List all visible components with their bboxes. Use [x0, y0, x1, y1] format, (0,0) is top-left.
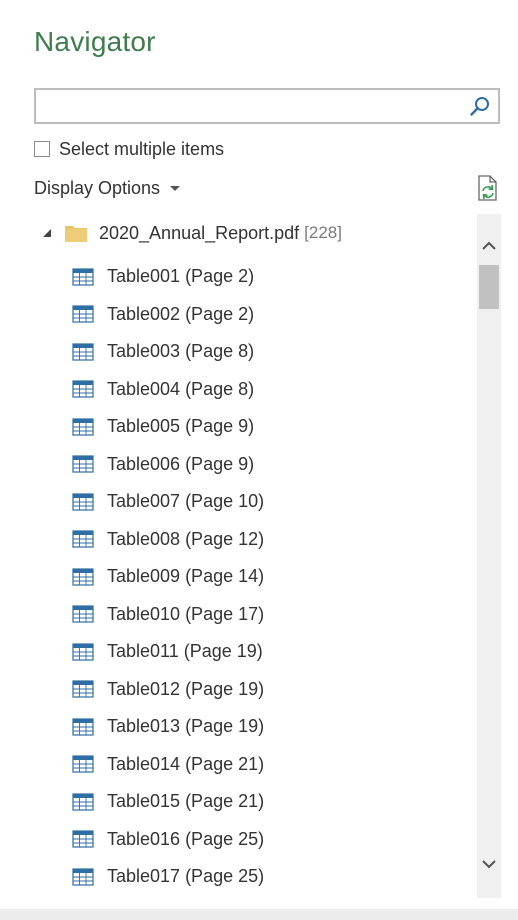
table-icon [72, 568, 94, 586]
tree-item[interactable]: Table002 (Page 2) [72, 296, 264, 334]
tree-item[interactable]: Table007 (Page 10) [72, 483, 264, 521]
footer-divider [0, 909, 518, 920]
search-box[interactable] [34, 88, 500, 124]
chevron-down-icon[interactable] [170, 185, 181, 191]
select-multiple-row[interactable]: Select multiple items [34, 138, 224, 160]
tree-item-label[interactable]: Table004 (Page 8) [107, 379, 254, 400]
tree-item-label[interactable]: Table015 (Page 21) [107, 791, 264, 812]
tree-item-label[interactable]: Table003 (Page 8) [107, 341, 254, 362]
table-icon [72, 605, 94, 623]
tree-item[interactable]: Table004 (Page 8) [72, 371, 264, 409]
tree-item[interactable]: Table013 (Page 19) [72, 708, 264, 746]
tree-item[interactable]: Table008 (Page 12) [72, 521, 264, 559]
table-icon [72, 493, 94, 511]
refresh-icon[interactable] [476, 174, 500, 202]
table-icon [72, 643, 94, 661]
display-options-label[interactable]: Display Options [34, 178, 160, 199]
tree-item-label[interactable]: Table005 (Page 9) [107, 416, 254, 437]
tree-root-count: [228] [304, 223, 342, 242]
table-icon [72, 305, 94, 323]
scroll-down-icon[interactable] [477, 852, 501, 876]
tree-item[interactable]: Table005 (Page 9) [72, 408, 264, 446]
table-icon [72, 868, 94, 886]
table-icon [72, 418, 94, 436]
tree-root-name[interactable]: 2020_Annual_Report.pdf [99, 223, 299, 244]
table-icon [72, 718, 94, 736]
tree-item[interactable]: Table001 (Page 2) [72, 258, 264, 296]
tree-item-label[interactable]: Table009 (Page 14) [107, 566, 264, 587]
tree-item-label[interactable]: Table001 (Page 2) [107, 266, 254, 287]
display-options-dropdown[interactable]: Display Options [34, 176, 181, 200]
tree-item[interactable]: Table009 (Page 14) [72, 558, 264, 596]
tree-item[interactable]: Table011 (Page 19) [72, 633, 264, 671]
search-icon[interactable] [468, 95, 492, 119]
search-input[interactable] [40, 92, 474, 122]
tree-item-label[interactable]: Table006 (Page 9) [107, 454, 254, 475]
tree-item-list: Table001 (Page 2) Table002 (Page 2) Table0… [72, 258, 264, 896]
table-icon [72, 793, 94, 811]
tree-item[interactable]: Table017 (Page 25) [72, 858, 264, 896]
table-icon [72, 680, 94, 698]
tree-item[interactable]: Table014 (Page 21) [72, 746, 264, 784]
tree-item-label[interactable]: Table016 (Page 25) [107, 829, 264, 850]
tree-item-label[interactable]: Table008 (Page 12) [107, 529, 264, 550]
navigator-dialog: Navigator Select multiple items Display … [0, 0, 518, 920]
table-icon [72, 455, 94, 473]
collapse-triangle-icon[interactable] [42, 228, 52, 238]
tree-item-label[interactable]: Table007 (Page 10) [107, 491, 264, 512]
table-icon [72, 380, 94, 398]
tree-item-label[interactable]: Table017 (Page 25) [107, 866, 264, 887]
table-icon [72, 530, 94, 548]
table-icon [72, 343, 94, 361]
select-multiple-label[interactable]: Select multiple items [59, 139, 224, 160]
tree-item-label[interactable]: Table014 (Page 21) [107, 754, 264, 775]
scroll-up-icon[interactable] [477, 234, 501, 258]
scrollbar-thumb[interactable] [479, 265, 499, 309]
table-icon [72, 268, 94, 286]
tree-item[interactable]: Table015 (Page 21) [72, 783, 264, 821]
tree-item-label[interactable]: Table002 (Page 2) [107, 304, 254, 325]
table-icon [72, 755, 94, 773]
tree-item-label[interactable]: Table013 (Page 19) [107, 716, 264, 737]
tree-panel: 2020_Annual_Report.pdf [228] Table001 (P… [34, 214, 474, 898]
tree-item-label[interactable]: Table011 (Page 19) [107, 641, 263, 662]
tree-item-label[interactable]: Table010 (Page 17) [107, 604, 264, 625]
tree-item[interactable]: Table016 (Page 25) [72, 821, 264, 859]
tree-item[interactable]: Table003 (Page 8) [72, 333, 264, 371]
page-title: Navigator [34, 26, 156, 57]
tree-item[interactable]: Table012 (Page 19) [72, 671, 264, 709]
vertical-scrollbar[interactable] [477, 214, 501, 898]
select-multiple-checkbox[interactable] [34, 141, 50, 157]
table-icon [72, 830, 94, 848]
tree-root-node[interactable]: 2020_Annual_Report.pdf [228] [42, 220, 342, 246]
tree-item[interactable]: Table010 (Page 17) [72, 596, 264, 634]
tree-item-label[interactable]: Table012 (Page 19) [107, 679, 264, 700]
tree-item[interactable]: Table006 (Page 9) [72, 446, 264, 484]
folder-icon [65, 226, 87, 242]
